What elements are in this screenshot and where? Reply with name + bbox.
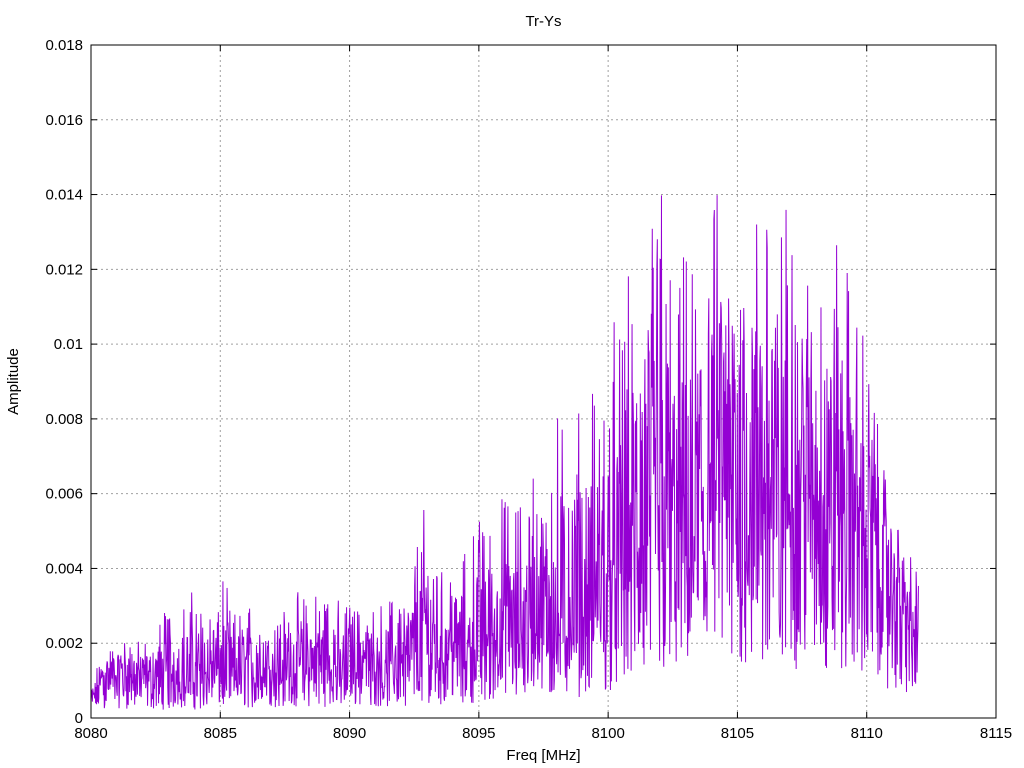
x-tick-label: 8095 bbox=[462, 725, 495, 742]
x-tick-label: 8115 bbox=[980, 725, 1012, 742]
x-axis-title: Freq [MHz] bbox=[506, 747, 580, 764]
chart: 8080 8085 8090 8095 8100 8105 8110 8115 0 0.002 0.… bbox=[0, 0, 1024, 768]
y-tick-label: 0 bbox=[75, 710, 83, 727]
x-tick-label: 8085 bbox=[204, 725, 237, 742]
y-tick-label: 0.006 bbox=[45, 486, 83, 503]
y-axis-title: Amplitude bbox=[5, 348, 22, 415]
y-tick-label: 0.002 bbox=[45, 635, 83, 652]
chart-title: Tr-Ys bbox=[525, 13, 561, 30]
y-tick-label: 0.008 bbox=[45, 411, 83, 428]
x-tick-label: 8090 bbox=[333, 725, 366, 742]
y-tick-label: 0.01 bbox=[54, 336, 83, 353]
y-tick-label: 0.004 bbox=[45, 560, 83, 577]
y-tick-label: 0.016 bbox=[45, 112, 83, 129]
y-tick-label: 0.012 bbox=[45, 261, 83, 278]
y-tick-label: 0.014 bbox=[45, 187, 83, 204]
x-tick-label: 8110 bbox=[851, 725, 883, 742]
x-tick-label: 8080 bbox=[74, 725, 107, 742]
x-tick-label: 8105 bbox=[721, 725, 754, 742]
y-tick-label: 0.018 bbox=[45, 37, 83, 54]
x-tick-label: 8100 bbox=[591, 725, 624, 742]
